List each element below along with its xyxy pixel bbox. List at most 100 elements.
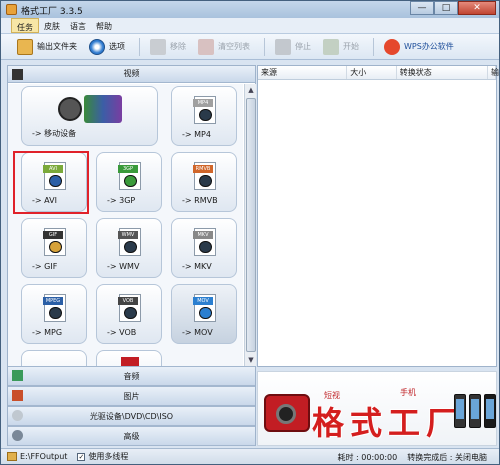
menu-skin[interactable]: 皮肤 [39,18,65,33]
reel-icon [124,175,137,187]
tile-partial[interactable] [96,350,162,366]
reel-icon [49,307,62,319]
selection-highlight [13,151,89,214]
clear-list-button[interactable]: 清空列表 [194,37,254,57]
clear-list-label: 清空列表 [218,42,250,51]
scroll-down-icon[interactable]: ▼ [245,354,257,366]
tile-3gp[interactable]: 3GP -> 3GP [96,152,162,212]
col-source[interactable]: 来源 [258,66,348,79]
tile-label: -> VOB [107,328,137,337]
tile-mkv[interactable]: MKV -> MKV [171,218,237,278]
format-tag: MPEG [43,297,63,305]
col-output[interactable]: 输 [488,66,499,79]
3gp-file-icon: 3GP [118,162,141,190]
vob-file-icon: VOB [118,294,141,322]
disc-category-label: 光驱设备\DVD\CD\ISO [89,412,174,421]
toolbar-separator [139,37,140,56]
toolbar: 输出文件夹 选项 移除 清空列表 停止 开始 WPS办公软件 [1,34,499,60]
picture-category-label: 图片 [123,392,140,401]
clear-icon [198,38,214,55]
grid-scrollbar[interactable]: ▲ ▼ [244,84,256,366]
wmv-file-icon: WMV [118,228,141,256]
reel-icon [49,241,62,253]
file-list-panel: 来源 大小 转换状态 输 [257,65,499,367]
toolbar-separator [264,37,265,56]
window-controls: — □ ✕ [410,1,496,16]
options-icon [89,38,105,55]
tile-label: -> GIF [32,262,58,271]
tile-vob[interactable]: VOB -> VOB [96,284,162,344]
menu-help[interactable]: 帮助 [91,18,117,33]
tile-label: -> MP4 [182,130,211,139]
format-tag: MKV [193,231,213,239]
folder-icon [17,38,33,55]
app-icon [6,4,17,15]
audio-category-label: 音频 [123,372,140,381]
audio-category-header[interactable]: 音频 [8,366,255,386]
status-bar: E:\FFOutput ✓ 使用多线程 耗时 : 00:00:00 转换完成后 … [1,448,499,464]
close-button[interactable]: ✕ [458,1,496,15]
multithread-label: 使用多线程 [88,452,129,461]
remove-button[interactable]: 移除 [146,37,190,57]
format-tag: RMVB [193,165,213,173]
multithread-checkbox[interactable]: ✓ [77,452,86,461]
maximize-button[interactable]: □ [434,1,458,15]
start-label: 开始 [343,42,359,51]
menu-task[interactable]: 任务 [11,18,39,33]
col-status[interactable]: 转换状态 [397,66,488,79]
phone-screen [471,399,479,419]
after-convert-action[interactable]: 转换完成后 : 关闭电脑 [407,452,487,463]
reel-icon [124,241,137,253]
wps-label: WPS办公软件 [404,42,454,51]
menu-bar: 任务 皮肤 语言 帮助 [1,18,499,34]
format-tag: WMV [118,231,138,239]
scroll-thumb[interactable] [246,98,256,352]
title-bar[interactable]: 格式工厂 3.3.5 — □ ✕ [1,1,499,18]
minimize-button[interactable]: — [410,1,434,15]
output-folder-button[interactable]: 输出文件夹 [13,37,81,57]
mov-file-icon: MOV [193,294,216,322]
tile-mpg[interactable]: MPEG -> MPG [21,284,87,344]
tile-mobile-device[interactable]: -> 移动设备 [21,86,158,146]
video-category-label: 视频 [123,69,140,78]
col-size[interactable]: 大小 [347,66,397,79]
output-folder-label: 输出文件夹 [37,42,77,51]
reel-icon [124,307,137,319]
status-right: 耗时 : 00:00:00 转换完成后 : 关闭电脑 [338,452,488,463]
category-panel: 视频 -> 移动设备 MP4 -> MP4 AVI -> AVI 3GP -> … [7,65,256,446]
advanced-category-label: 高级 [123,432,140,441]
tile-rmvb[interactable]: RMVB -> RMVB [171,152,237,212]
app-window: 格式工厂 3.3.5 — □ ✕ 任务 皮肤 语言 帮助 输出文件夹 选项 移除… [0,0,500,465]
ad-banner[interactable]: 短视 手机 格式工厂 [257,371,497,446]
menu-language[interactable]: 语言 [65,18,91,33]
reel-icon [199,109,212,121]
disc-category-header[interactable]: 光驱设备\DVD\CD\ISO [8,406,255,426]
format-tag: MOV [193,297,213,305]
remove-label: 移除 [170,42,186,51]
video-icon [12,69,23,80]
phone-icon [454,394,466,428]
scroll-up-icon[interactable]: ▲ [245,84,257,96]
stop-button[interactable]: 停止 [271,37,315,57]
tile-wmv[interactable]: WMV -> WMV [96,218,162,278]
options-button[interactable]: 选项 [85,37,129,57]
start-button[interactable]: 开始 [319,37,363,57]
format-tag: GIF [43,231,63,239]
camcorder-icon [264,394,310,432]
window-title: 格式工厂 3.3.5 [21,7,83,17]
tile-mp4[interactable]: MP4 -> MP4 [171,86,237,146]
wps-button[interactable]: WPS办公软件 [380,37,458,57]
output-path[interactable]: E:\FFOutput [20,452,67,461]
lens-icon [276,404,296,424]
video-category-header[interactable]: 视频 [8,66,255,83]
tile-label: -> RMVB [182,196,218,205]
tile-mov[interactable]: MOV -> MOV [171,284,237,344]
tile-partial[interactable] [21,350,87,366]
tile-gif[interactable]: GIF -> GIF [21,218,87,278]
format-tag: 3GP [118,165,138,173]
category-list: 音频 图片 光驱设备\DVD\CD\ISO 高级 [8,366,255,446]
phone-screen [456,399,464,419]
advanced-category-header[interactable]: 高级 [8,426,255,446]
stop-icon [275,38,291,55]
picture-category-header[interactable]: 图片 [8,386,255,406]
